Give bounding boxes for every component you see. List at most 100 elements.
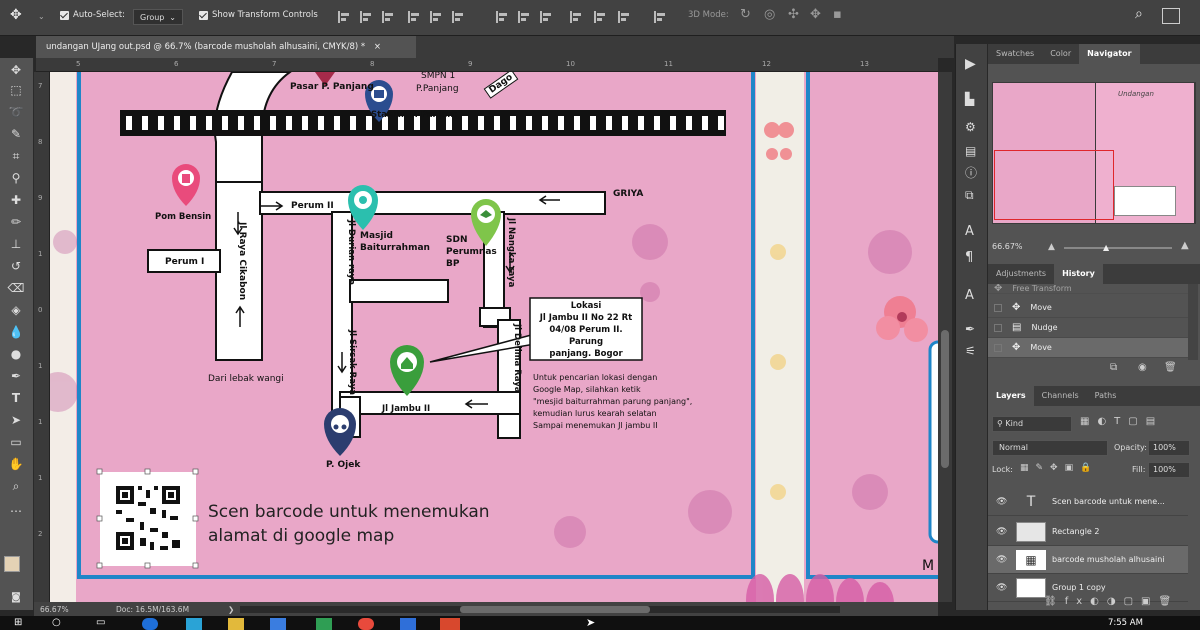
file-explorer-icon[interactable]	[228, 618, 244, 630]
layer-bottom-icons[interactable]: ⛓fx◐◑▢▣🗑	[1044, 596, 1179, 607]
scan-barcode-text[interactable]: Scen barcode untuk menemukan alamat di g…	[208, 500, 490, 548]
zoom-in-icon[interactable]: ▲	[1181, 240, 1189, 251]
tab-layers[interactable]: Layers	[988, 386, 1034, 406]
type-tool-icon[interactable]: T	[7, 390, 25, 406]
eyedropper-tool-icon[interactable]: ⚲	[7, 170, 25, 186]
paint-bucket-tool-icon[interactable]: ◈	[7, 302, 25, 318]
properties-icon[interactable]: ▤	[965, 144, 976, 158]
3d-rotate-icon[interactable]: ↻	[740, 7, 751, 22]
quick-select-tool-icon[interactable]: ✎	[7, 126, 25, 142]
eye-icon[interactable]: 👁	[996, 497, 1008, 507]
auto-align-icon[interactable]	[654, 11, 666, 23]
more-tools-icon[interactable]: …	[7, 500, 25, 516]
eye-icon[interactable]: 👁	[996, 527, 1008, 537]
navigator-zoom[interactable]: 66.67%	[992, 242, 1023, 251]
3d-scale-icon[interactable]: ▪	[833, 7, 842, 22]
navigator-view-box[interactable]	[994, 150, 1114, 220]
align-top-icon[interactable]	[408, 11, 420, 23]
blend-mode-dropdown[interactable]: Normal	[992, 440, 1108, 456]
search-icon[interactable]: ○	[52, 617, 61, 628]
history-brush-tool-icon[interactable]: ↺	[7, 258, 25, 274]
scrollbar-thumb[interactable]	[941, 330, 949, 468]
status-arrow-icon[interactable]: ❯	[228, 605, 234, 614]
document-canvas[interactable]: Pasar P. Panjang Stasiun P. Panjang SMPN…	[50, 72, 938, 602]
trash-icon[interactable]: 🗑	[1164, 362, 1177, 373]
excel-icon[interactable]	[316, 618, 332, 630]
align-right-icon[interactable]	[382, 11, 394, 23]
brush-presets-icon[interactable]: ⚙	[965, 120, 976, 134]
lasso-tool-icon[interactable]: ➰	[7, 104, 25, 120]
play-icon[interactable]: ▶	[965, 56, 976, 72]
zoom-tool-icon[interactable]: ⌕	[7, 478, 25, 494]
photoshop-icon[interactable]	[186, 618, 202, 630]
info-icon[interactable]: ⓘ	[965, 164, 977, 181]
history-scrollbar[interactable]	[1188, 284, 1198, 360]
paragraph-icon[interactable]: ¶	[965, 250, 973, 265]
align-middle-icon[interactable]	[430, 11, 442, 23]
layer-filter-icons[interactable]: ▦◐T▢▤	[1080, 416, 1163, 427]
distribute-top-icon[interactable]	[496, 11, 508, 23]
tab-paths[interactable]: Paths	[1087, 386, 1125, 406]
move-tool-icon[interactable]: ✥	[10, 7, 22, 23]
layer-row-selected[interactable]: 👁 ▦ barcode musholah alhusaini	[988, 546, 1188, 574]
edge-icon[interactable]	[142, 618, 158, 630]
distribute-right-icon[interactable]	[618, 11, 630, 23]
tab-history[interactable]: History	[1054, 264, 1103, 284]
pen-tool-icon[interactable]: ✒	[7, 368, 25, 384]
app-icon[interactable]	[440, 618, 460, 630]
3d-roll-icon[interactable]: ◎	[764, 7, 775, 22]
rectangle-tool-icon[interactable]: ▭	[7, 434, 25, 450]
character-icon[interactable]: A	[965, 224, 974, 239]
auto-select-dropdown[interactable]: Group ⌄	[133, 9, 183, 25]
opacity-field[interactable]: 100%	[1148, 440, 1190, 456]
history-item[interactable]: ▤ Nudge	[988, 318, 1188, 338]
3d-slide-icon[interactable]: ✥	[810, 7, 821, 22]
word-icon[interactable]	[400, 618, 416, 630]
eye-icon[interactable]: 👁	[996, 555, 1008, 565]
align-left-icon[interactable]	[338, 11, 350, 23]
quick-mask-icon[interactable]: ◙	[7, 590, 25, 606]
tab-swatches[interactable]: Swatches	[988, 44, 1042, 64]
history-item[interactable]: ✥ Free Transform	[988, 284, 1188, 294]
marquee-tool-icon[interactable]: ⬚	[7, 82, 25, 98]
chevron-down-icon[interactable]: ⌄	[38, 12, 45, 21]
close-icon[interactable]: ×	[374, 42, 381, 52]
stamp-tool-icon[interactable]: ⊥	[7, 236, 25, 252]
blur-tool-icon[interactable]: 💧	[7, 324, 25, 340]
clone-source-icon[interactable]: ⧉	[965, 188, 974, 203]
path-select-tool-icon[interactable]: ➤	[7, 412, 25, 428]
camera-icon[interactable]: ◉	[1138, 362, 1147, 373]
task-view-icon[interactable]: ▭	[96, 617, 105, 628]
distribute-middle-icon[interactable]	[518, 11, 530, 23]
vertical-scrollbar[interactable]	[938, 72, 952, 602]
layer-row[interactable]: 👁 Rectangle 2	[988, 518, 1188, 546]
horizontal-scrollbar[interactable]	[240, 606, 840, 613]
search-icon[interactable]: ⌕	[1135, 6, 1143, 22]
show-transform-checkbox[interactable]: Show Transform Controls	[199, 10, 318, 20]
tool-presets-icon[interactable]: ✒	[965, 322, 975, 336]
zoom-out-icon[interactable]: ▲	[1048, 242, 1055, 252]
store-icon[interactable]	[270, 618, 286, 630]
layer-comps-icon[interactable]: ⚟	[965, 344, 976, 358]
h-scrollbar-thumb[interactable]	[460, 606, 650, 613]
align-bottom-icon[interactable]	[452, 11, 464, 23]
distribute-center-icon[interactable]	[594, 11, 606, 23]
dodge-tool-icon[interactable]: ●	[7, 346, 25, 362]
tab-channels[interactable]: Channels	[1034, 386, 1087, 406]
3d-drag-icon[interactable]: ✣	[788, 7, 799, 22]
taskbar-clock[interactable]: 7:55 AM	[1108, 618, 1143, 628]
brush-tool-icon[interactable]: ✏	[7, 214, 25, 230]
history-item[interactable]: ✥ Move	[988, 298, 1188, 318]
tab-adjustments[interactable]: Adjustments	[988, 264, 1054, 284]
zoom-slider-handle[interactable]: ▲	[1103, 243, 1109, 252]
tab-navigator[interactable]: Navigator	[1079, 44, 1140, 64]
history-item-selected[interactable]: ✥ Move	[988, 338, 1188, 358]
fill-field[interactable]: 100%	[1148, 462, 1190, 478]
healing-tool-icon[interactable]: ✚	[7, 192, 25, 208]
chrome-icon[interactable]	[358, 618, 374, 630]
status-zoom[interactable]: 66.67%	[40, 605, 69, 614]
align-center-icon[interactable]	[360, 11, 372, 23]
glyphs-icon[interactable]: A	[965, 288, 974, 303]
move-tool-icon[interactable]: ✥	[7, 62, 25, 78]
tab-color[interactable]: Color	[1042, 44, 1079, 64]
